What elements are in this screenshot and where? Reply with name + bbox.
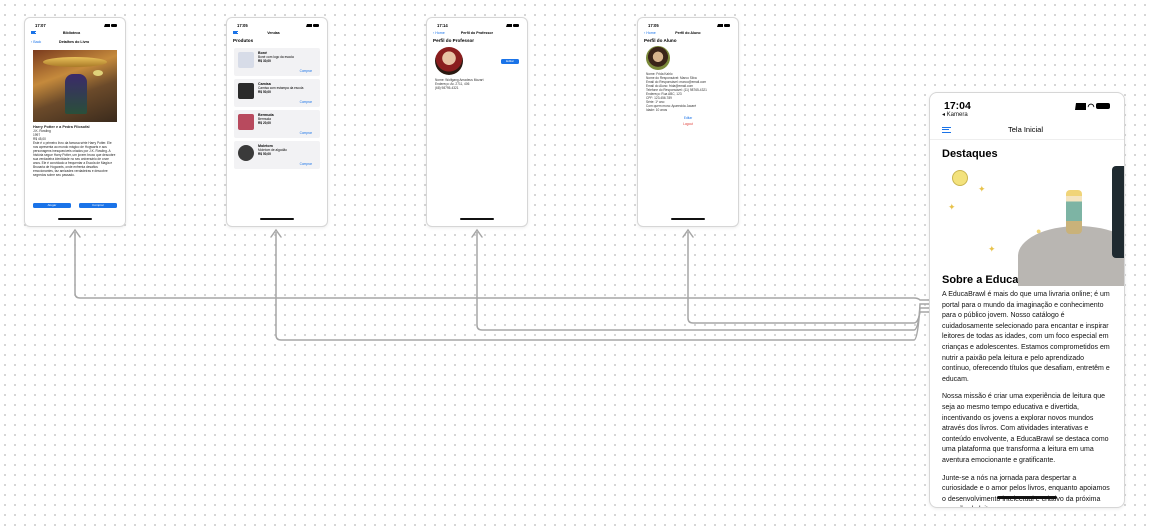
status-time: 17:05: [237, 22, 248, 28]
sun-illustration: [952, 170, 968, 186]
nav-bar: Vendas: [227, 28, 327, 37]
screen-sales[interactable]: 17:05 Vendas Produtos Boné Boné com logo…: [226, 17, 328, 227]
status-icons: [505, 24, 519, 27]
home-indicator: [460, 218, 494, 220]
highlight-card-next[interactable]: [1112, 166, 1124, 258]
status-icons: [305, 24, 319, 27]
back-button[interactable]: ‹ Back: [31, 40, 41, 44]
about-text: A EducaBrawl é mais do que uma livraria …: [930, 290, 1124, 508]
nav-title: Biblioteca: [62, 30, 81, 35]
back-button[interactable]: ‹ Home: [433, 31, 445, 35]
product-price: R$ 20,00: [258, 121, 271, 125]
status-icons: [103, 24, 117, 27]
screen-student-profile[interactable]: 17:05 ‹ Home Perfil do Aluno Perfil do A…: [637, 17, 739, 227]
profile-heading: Perfil do Professor: [433, 38, 475, 43]
product-image: [238, 114, 254, 130]
little-prince-illustration: [1066, 190, 1082, 234]
product-image: [238, 83, 254, 99]
status-icons: ◠: [1075, 102, 1110, 111]
product-card[interactable]: Camisa Camisa com estampa da escola R$ 5…: [234, 79, 320, 107]
screen-home[interactable]: 17:04 ◠ ◂ Kamera Tela Inicial Destaques …: [929, 92, 1125, 508]
connector-to-sales: [275, 232, 929, 341]
student-avatar: [646, 46, 670, 70]
buy-link[interactable]: Comprar: [300, 69, 312, 73]
edit-link[interactable]: Editar: [638, 116, 738, 120]
nav-bar: ‹ Home Perfil do Professor: [427, 28, 527, 37]
connector-to-book-detail: [74, 232, 929, 301]
about-paragraph: Nossa missão é criar uma experiência de …: [942, 393, 1109, 464]
buy-link[interactable]: Comprar: [300, 131, 312, 135]
product-price: R$ 30,00: [258, 59, 271, 63]
status-bar: 17:14: [427, 18, 527, 28]
product-card[interactable]: Boné Boné com logo da escola R$ 30,00 Co…: [234, 48, 320, 76]
nav-title: Vendas: [267, 30, 280, 35]
highlight-card[interactable]: ✦ ✦ ✦ ●: [942, 164, 1124, 286]
nav-bar: Biblioteca: [25, 28, 125, 37]
home-indicator: [997, 496, 1057, 499]
status-bar: 17:05: [227, 18, 327, 28]
nav-bar: Tela Inicial: [930, 120, 1124, 140]
signal-icon: [1075, 102, 1087, 110]
star-icon: ✦: [988, 244, 996, 254]
connector-to-teacher: [476, 232, 929, 331]
buy-button[interactable]: Comprar: [79, 203, 117, 208]
menu-icon[interactable]: [942, 126, 951, 133]
home-indicator: [260, 218, 294, 220]
status-time: 17:05: [648, 22, 659, 28]
detail-line: Idade: 10 anos: [646, 108, 668, 112]
products-heading: Produtos: [233, 38, 254, 43]
buy-link[interactable]: Comprar: [300, 100, 312, 104]
status-time: 17:14: [437, 22, 448, 28]
product-image: [238, 52, 254, 68]
screen-book-detail[interactable]: 17:07 Biblioteca ‹ Back Detalhes do Livr…: [24, 17, 126, 227]
book-description: Este é o primeiro livro da famosa série …: [33, 141, 116, 177]
edit-button[interactable]: Editar: [501, 58, 519, 64]
profile-heading: Perfil do Aluno: [644, 38, 677, 43]
detail-line: (68) 98795-4321: [435, 86, 459, 90]
back-button[interactable]: ‹ Home: [644, 31, 656, 35]
product-card[interactable]: Bermuda Bermuda R$ 20,00 Comprar: [234, 110, 320, 138]
star-icon: ✦: [948, 202, 956, 212]
home-indicator: [58, 218, 92, 220]
connector-to-student: [687, 232, 929, 324]
book-cover-image: [33, 50, 117, 122]
menu-icon[interactable]: [31, 30, 36, 35]
status-bar: 17:05: [638, 18, 738, 28]
back-to-app-link[interactable]: ◂ Kamera: [930, 111, 1124, 120]
status-time: 17:07: [35, 22, 46, 28]
rent-button[interactable]: Alugar: [33, 203, 71, 208]
status-bar: 17:04 ◠: [930, 93, 1124, 112]
about-paragraph: A EducaBrawl é mais do que uma livraria …: [942, 291, 1110, 383]
screen-teacher-profile[interactable]: 17:14 ‹ Home Perfil do Professor Perfil …: [426, 17, 528, 227]
wifi-icon: ◠: [1087, 101, 1095, 111]
buy-link[interactable]: Comprar: [300, 162, 312, 166]
product-price: R$ 50,00: [258, 152, 271, 156]
logout-link[interactable]: Logout: [638, 122, 738, 126]
planet-illustration: [1018, 226, 1124, 286]
battery-icon: [1096, 103, 1110, 109]
status-icons: [716, 24, 730, 27]
status-bar: 17:07: [25, 18, 125, 28]
star-icon: ✦: [978, 184, 986, 194]
menu-icon[interactable]: [233, 30, 238, 35]
product-card[interactable]: Moletom Moletom de algodão R$ 50,00 Comp…: [234, 141, 320, 169]
student-details: Nome: Frida Kahlo Nome do Responsável: M…: [638, 71, 738, 113]
highlights-carousel[interactable]: ✦ ✦ ✦ ●: [942, 164, 1124, 286]
nav-title: Perfil do Aluno: [675, 30, 701, 35]
highlights-title: Destaques: [942, 148, 998, 160]
nav-bar: ‹ Home Perfil do Aluno: [638, 28, 738, 37]
home-indicator: [671, 218, 705, 220]
teacher-avatar: [435, 47, 463, 75]
about-paragraph: Junte-se a nós na jornada para despertar…: [942, 474, 1110, 508]
teacher-details: Nome: Wolfgang Amadeus Mozart Endereço: …: [427, 77, 527, 91]
nav-title: Perfil do Professor: [460, 30, 493, 35]
page-subtitle: Detalhes do Livro: [59, 39, 90, 44]
sub-nav-bar: ‹ Back Detalhes do Livro: [25, 37, 125, 46]
book-info: Harry Potter e a Pedra Filosofal J.K. Ro…: [25, 122, 125, 180]
nav-title: Tela Inicial: [1007, 125, 1044, 134]
product-price: R$ 50,00: [258, 90, 271, 94]
product-image: [238, 145, 254, 161]
